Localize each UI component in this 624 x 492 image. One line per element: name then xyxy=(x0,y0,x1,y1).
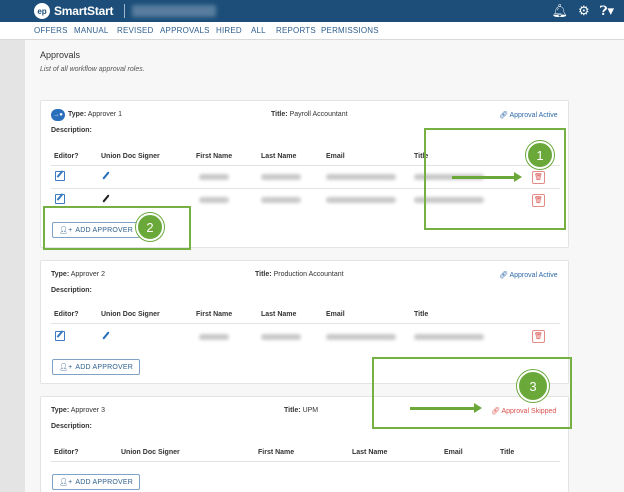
description-label: Description: xyxy=(51,127,92,134)
approval-status[interactable]: 🔗︎ Approval Active xyxy=(499,271,558,279)
callout-arrow-3 xyxy=(410,403,482,413)
add-approver-button[interactable]: 👤︎+ ADD APPROVER xyxy=(52,474,141,490)
page-subtitle: List of all workflow approval roles. xyxy=(40,66,145,73)
bell-icon[interactable]: 🔔︎ xyxy=(551,3,568,19)
header-icons: 🔔︎ ⚙ ❓︎▾ xyxy=(551,3,614,19)
col-last-name: Last Name xyxy=(261,311,297,318)
approver-type-icon: →● xyxy=(51,109,65,121)
callout-box-2 xyxy=(43,206,191,250)
redacted-last-name xyxy=(261,197,301,203)
redacted-last-name xyxy=(261,174,301,180)
nav-revised[interactable]: REVISED xyxy=(117,26,154,35)
approval-status[interactable]: 🔗︎ Approval Active xyxy=(499,111,558,119)
nav-all[interactable]: ALL xyxy=(251,26,266,35)
approver-type: Type: Approver 3 xyxy=(51,407,105,414)
col-first-name: First Name xyxy=(196,153,233,160)
redacted-email xyxy=(326,174,396,180)
app-logo[interactable]: ep SmartStart xyxy=(34,3,114,19)
col-first-name: First Name xyxy=(196,311,233,318)
union-doc-signer-icon[interactable] xyxy=(102,171,110,180)
redacted-first-name xyxy=(199,197,229,203)
col-union-doc-signer: Union Doc Signer xyxy=(101,311,160,318)
union-doc-signer-icon[interactable] xyxy=(102,331,110,340)
description-label: Description: xyxy=(51,423,92,430)
col-editor: Editor? xyxy=(54,311,79,318)
approver-type: Type: Approver 1 xyxy=(68,111,122,118)
approver-title: Title: Payroll Accountant xyxy=(271,111,348,118)
callout-badge-1: 1 xyxy=(526,141,554,169)
callout-badge-2: 2 xyxy=(136,213,164,241)
nav-offers[interactable]: OFFERS xyxy=(34,26,68,35)
redacted-last-name xyxy=(261,334,301,340)
col-union-doc-signer: Union Doc Signer xyxy=(121,449,180,456)
logo-mark-icon: ep xyxy=(34,3,50,19)
approver-title: Title: Production Accountant xyxy=(255,271,344,278)
gear-icon[interactable]: ⚙ xyxy=(578,3,590,19)
page-title: Approvals xyxy=(40,50,81,60)
help-icon[interactable]: ❓︎▾ xyxy=(600,3,614,19)
col-last-name: Last Name xyxy=(261,153,297,160)
redacted-project-name xyxy=(132,5,216,17)
redacted-first-name xyxy=(199,334,229,340)
approver-title: Title: UPM xyxy=(284,407,319,414)
col-last-name: Last Name xyxy=(352,449,388,456)
nav-approvals[interactable]: APPROVALS xyxy=(160,26,210,35)
nav-manual[interactable]: MANUAL xyxy=(74,26,109,35)
callout-badge-3: 3 xyxy=(517,370,549,402)
col-first-name: First Name xyxy=(258,449,295,456)
col-title: Title xyxy=(500,449,515,456)
redacted-email xyxy=(326,197,396,203)
nav-reports[interactable]: REPORTS xyxy=(276,26,316,35)
app-name: SmartStart xyxy=(54,4,114,18)
delete-trash-icon[interactable]: 🗑︎ xyxy=(532,330,545,343)
redacted-email xyxy=(326,334,396,340)
add-approver-button[interactable]: 👤︎+ ADD APPROVER xyxy=(52,359,141,375)
callout-arrow-1 xyxy=(452,172,522,182)
header-divider xyxy=(51,323,560,324)
approver-type: Type: Approver 2 xyxy=(51,271,105,278)
union-doc-signer-icon[interactable] xyxy=(102,194,110,203)
header-divider xyxy=(51,461,560,462)
edit-icon[interactable] xyxy=(55,171,65,181)
redacted-title xyxy=(414,334,484,340)
add-user-icon: 👤︎+ xyxy=(59,364,73,371)
col-union-doc-signer: Union Doc Signer xyxy=(101,153,160,160)
nav-hired[interactable]: HIRED xyxy=(216,26,242,35)
col-editor: Editor? xyxy=(54,153,79,160)
top-bar: ep SmartStart 🔔︎ ⚙ ❓︎▾ xyxy=(0,0,624,22)
col-email: Email xyxy=(326,311,345,318)
left-gutter xyxy=(0,40,25,492)
col-email: Email xyxy=(444,449,463,456)
description-label: Description: xyxy=(51,287,92,294)
edit-icon[interactable] xyxy=(55,194,65,204)
col-title: Title xyxy=(414,311,429,318)
edit-icon[interactable] xyxy=(55,331,65,341)
header-divider xyxy=(124,4,125,18)
col-editor: Editor? xyxy=(54,449,79,456)
redacted-first-name xyxy=(199,174,229,180)
nav-permissions[interactable]: PERMISSIONS xyxy=(321,26,379,35)
add-user-icon: 👤︎+ xyxy=(59,479,73,486)
main-nav: OFFERS MANUAL REVISED APPROVALS HIRED AL… xyxy=(0,22,624,40)
col-email: Email xyxy=(326,153,345,160)
